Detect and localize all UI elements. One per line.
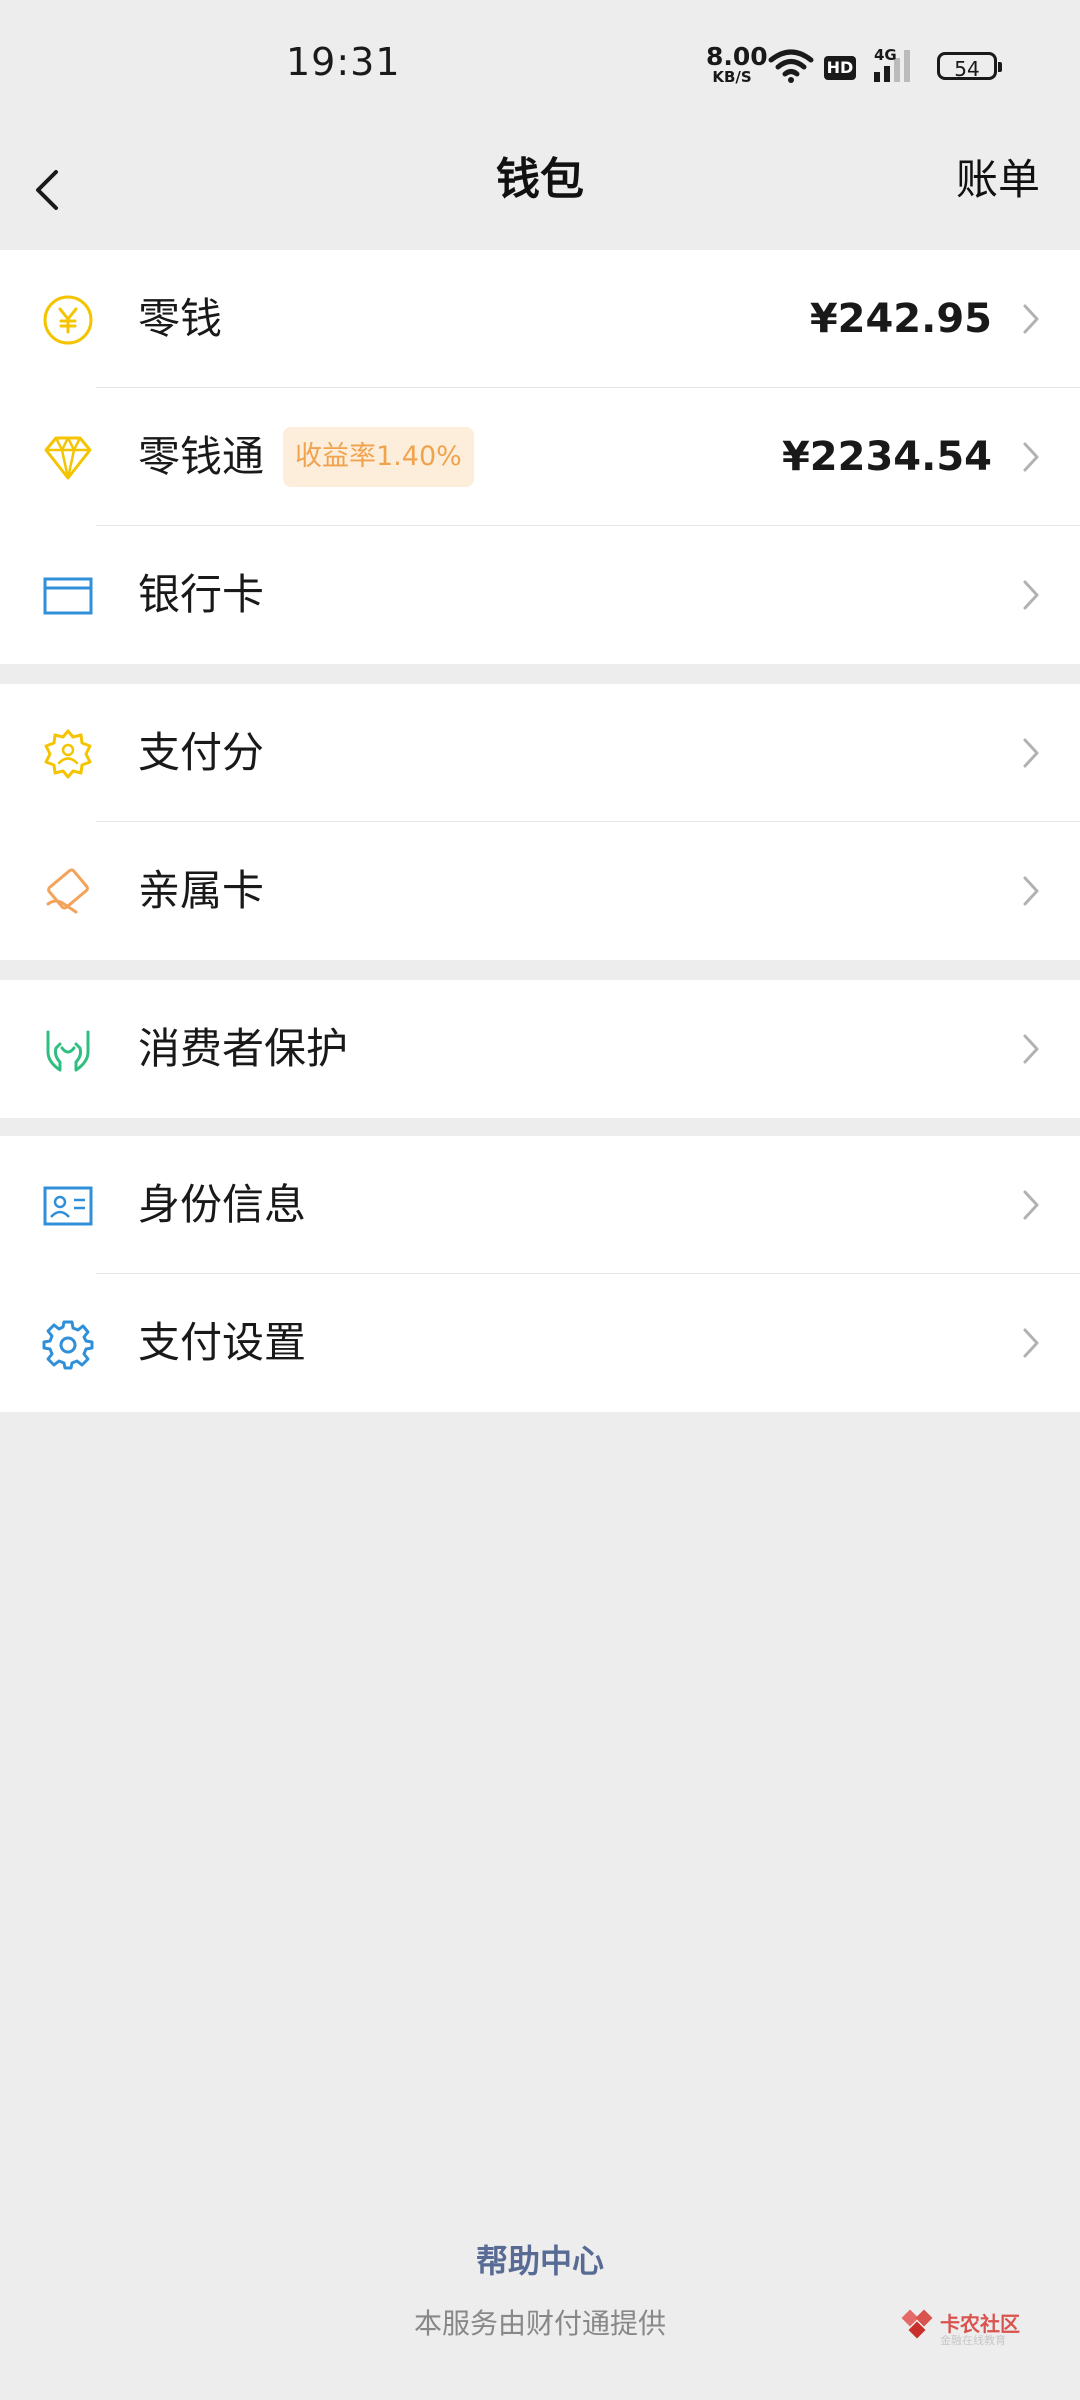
chevron-right-icon (1023, 738, 1039, 768)
status-time: 19:31 (286, 40, 401, 84)
network-speed-unit: KB/S (712, 68, 752, 86)
chevron-right-icon (1023, 442, 1039, 472)
list-item-bank-card[interactable]: 银行卡 (0, 526, 1080, 664)
wallet-group-credit: 支付分 亲属卡 (0, 684, 1080, 960)
nav-bar: 钱包 账单 (0, 130, 1080, 250)
cellular-signal-icon: 4G (870, 46, 924, 88)
list-item-change[interactable]: 零钱 ¥242.95 (0, 250, 1080, 388)
yuan-coin-icon (42, 294, 94, 346)
list-item-lingqiantong[interactable]: 零钱通 收益率1.40% ¥2234.54 (0, 388, 1080, 526)
chevron-right-icon (1023, 1034, 1039, 1064)
list-item-identity-info[interactable]: 身份信息 (0, 1136, 1080, 1274)
kanong-logo-icon (901, 2309, 933, 2339)
back-button[interactable] (30, 150, 70, 230)
chevron-right-icon (1023, 1190, 1039, 1220)
wallet-group-funds: 零钱 ¥242.95 零钱通 收益率1.40% ¥2234.54 银行卡 (0, 250, 1080, 664)
battery-icon: 54 (937, 52, 1002, 81)
bank-card-icon (42, 570, 94, 622)
network-speed-value: 8.00 (706, 42, 768, 71)
network-type: 4G (874, 46, 897, 64)
wallet-group-settings: 身份信息 支付设置 (0, 1136, 1080, 1412)
gear-icon (42, 1318, 94, 1370)
badge-score-icon (42, 728, 94, 780)
wallet-group-protection: 消费者保护 (0, 980, 1080, 1118)
list-item-consumer-protection[interactable]: 消费者保护 (0, 980, 1080, 1118)
list-item-label: 零钱 (138, 294, 223, 343)
list-item-label: 零钱通 (138, 432, 265, 481)
hd-icon: HD (824, 56, 856, 80)
family-card-icon (42, 866, 94, 918)
chevron-right-icon (1023, 1328, 1039, 1358)
status-bar: 19:31 8.00 KB/S HD 4G 54 (0, 0, 1080, 130)
page-title: 钱包 (496, 154, 584, 205)
bill-button[interactable]: 账单 (956, 130, 1040, 260)
yield-rate-badge: 收益率1.40% (283, 427, 474, 487)
list-item-label: 支付设置 (138, 1318, 307, 1367)
list-item-family-card[interactable]: 亲属卡 (0, 822, 1080, 960)
diamond-icon (42, 432, 94, 484)
balance-value: ¥2234.54 (781, 434, 992, 480)
chevron-right-icon (1023, 304, 1039, 334)
protect-hands-icon (42, 1024, 94, 1076)
list-item-label: 银行卡 (138, 570, 265, 619)
balance-value: ¥242.95 (809, 296, 992, 342)
chevron-right-icon (1023, 580, 1039, 610)
help-center-link[interactable]: 帮助中心 (0, 2236, 1080, 2282)
list-item-label: 消费者保护 (138, 1024, 349, 1073)
list-item-payment-settings[interactable]: 支付设置 (0, 1274, 1080, 1412)
chevron-right-icon (1023, 876, 1039, 906)
id-card-icon (42, 1180, 94, 1232)
network-speed: 8.00 KB/S (706, 42, 768, 86)
chevron-left-icon (36, 170, 58, 210)
list-item-label: 支付分 (138, 728, 265, 777)
wifi-icon (768, 48, 814, 88)
list-item-label: 亲属卡 (138, 866, 265, 915)
watermark: 卡农社区 金融在线教育 (900, 2308, 1050, 2348)
watermark-subtitle: 金融在线教育 (940, 2334, 1006, 2347)
list-item-payment-score[interactable]: 支付分 (0, 684, 1080, 822)
list-item-label: 身份信息 (138, 1180, 307, 1229)
